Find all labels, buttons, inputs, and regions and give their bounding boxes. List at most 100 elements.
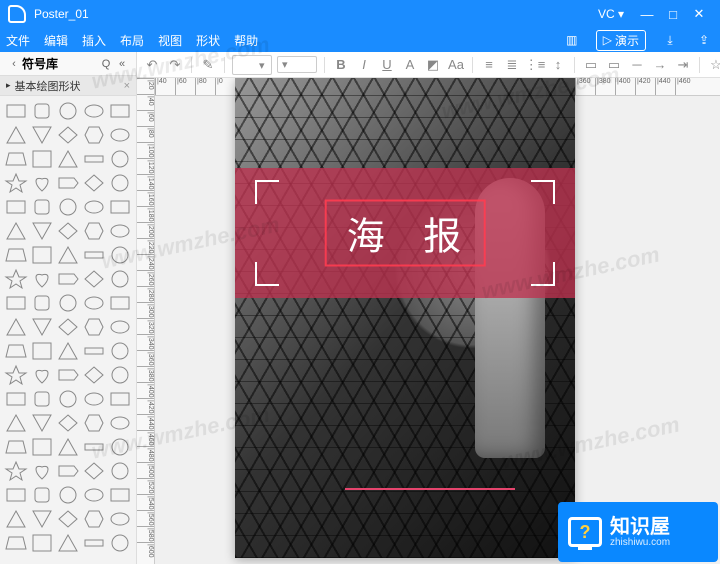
shape-swatch[interactable]	[108, 244, 132, 266]
shape-swatch[interactable]	[56, 292, 80, 314]
shape-swatch[interactable]	[82, 412, 106, 434]
shape-swatch[interactable]	[108, 172, 132, 194]
shape-swatch[interactable]	[108, 508, 132, 530]
shape-swatch[interactable]	[30, 460, 54, 482]
shape-swatch[interactable]	[108, 532, 132, 554]
shape-swatch[interactable]	[30, 100, 54, 122]
shape-swatch[interactable]	[4, 292, 28, 314]
shape-swatch[interactable]	[82, 484, 106, 506]
shape-swatch[interactable]	[82, 292, 106, 314]
shape-swatch[interactable]	[108, 316, 132, 338]
spacing-button[interactable]: ↕	[549, 56, 567, 74]
close-button[interactable]: ✕	[686, 6, 712, 22]
shape-swatch[interactable]	[30, 292, 54, 314]
arrow-start-button[interactable]: →	[651, 56, 669, 74]
shape-swatch[interactable]	[108, 340, 132, 362]
shape-swatch[interactable]	[56, 364, 80, 386]
shape-swatch[interactable]	[108, 484, 132, 506]
shape-swatch[interactable]	[30, 364, 54, 386]
shape-swatch[interactable]	[4, 436, 28, 458]
shape-swatch[interactable]	[4, 364, 28, 386]
font-color-button[interactable]: A	[401, 56, 419, 74]
shape-swatch[interactable]	[30, 196, 54, 218]
shape-swatch[interactable]	[82, 436, 106, 458]
collapse-icon[interactable]: «	[114, 58, 130, 70]
shape-swatch[interactable]	[4, 172, 28, 194]
demo-button[interactable]: ▷演示	[596, 30, 646, 51]
shape-swatch[interactable]	[108, 220, 132, 242]
shape-swatch[interactable]	[82, 196, 106, 218]
shape-swatch[interactable]	[108, 196, 132, 218]
bullets-button[interactable]: ⋮≡	[526, 56, 544, 74]
shape-swatch[interactable]	[4, 508, 28, 530]
menu-insert[interactable]: 插入	[82, 32, 106, 49]
shape-swatch[interactable]	[30, 508, 54, 530]
italic-button[interactable]: I	[355, 56, 373, 74]
shape-swatch[interactable]	[56, 196, 80, 218]
quick-style-button[interactable]: ☆	[707, 56, 720, 74]
shape-swatch[interactable]	[82, 100, 106, 122]
shape-swatch[interactable]	[56, 100, 80, 122]
shape-swatch[interactable]	[82, 220, 106, 242]
shape-swatch[interactable]	[56, 172, 80, 194]
menu-layout[interactable]: 布局	[120, 32, 144, 49]
font-select[interactable]: ▾	[232, 55, 272, 75]
export-icon[interactable]: ⤓	[660, 31, 680, 49]
shape-swatch[interactable]	[82, 532, 106, 554]
line-button[interactable]: ▭	[605, 56, 623, 74]
shape-swatch[interactable]	[30, 172, 54, 194]
shape-swatch[interactable]	[82, 364, 106, 386]
arrow-end-button[interactable]: ⇥	[674, 56, 692, 74]
shape-swatch[interactable]	[30, 148, 54, 170]
shape-swatch[interactable]	[82, 172, 106, 194]
shape-swatch[interactable]	[56, 484, 80, 506]
shape-swatch[interactable]	[82, 508, 106, 530]
shape-swatch[interactable]	[4, 124, 28, 146]
shape-swatch[interactable]	[30, 244, 54, 266]
shape-swatch[interactable]	[56, 388, 80, 410]
shape-swatch[interactable]	[4, 316, 28, 338]
highlight-button[interactable]: ◩	[424, 56, 442, 74]
section-close-icon[interactable]: ×	[124, 80, 130, 92]
menu-view[interactable]: 视图	[158, 32, 182, 49]
fill-button[interactable]: ▭	[582, 56, 600, 74]
underline-button[interactable]: U	[378, 56, 396, 74]
shape-swatch[interactable]	[30, 388, 54, 410]
shape-swatch[interactable]	[4, 100, 28, 122]
shape-swatch[interactable]	[82, 316, 106, 338]
undo-button[interactable]: ↶	[143, 56, 161, 74]
section-header[interactable]: ▸ 基本绘图形状 ×	[0, 76, 136, 96]
shape-swatch[interactable]	[82, 340, 106, 362]
headline-text[interactable]: 海 报	[325, 200, 486, 267]
shape-swatch[interactable]	[56, 340, 80, 362]
menu-help[interactable]: 帮助	[234, 32, 258, 49]
font-size-select[interactable]: ▾	[277, 56, 317, 73]
search-icon[interactable]: Q	[98, 58, 114, 70]
shape-swatch[interactable]	[30, 316, 54, 338]
shape-swatch[interactable]	[56, 532, 80, 554]
shape-swatch[interactable]	[82, 244, 106, 266]
shape-swatch[interactable]	[30, 532, 54, 554]
shape-swatch[interactable]	[82, 124, 106, 146]
shape-swatch[interactable]	[56, 508, 80, 530]
shape-swatch[interactable]	[4, 388, 28, 410]
shape-swatch[interactable]	[82, 148, 106, 170]
shape-swatch[interactable]	[56, 148, 80, 170]
shape-swatch[interactable]	[30, 484, 54, 506]
share-icon[interactable]: ⇪	[694, 31, 714, 49]
shape-swatch[interactable]	[4, 148, 28, 170]
shape-swatch[interactable]	[82, 388, 106, 410]
align-center-button[interactable]: ≣	[503, 56, 521, 74]
shape-swatch[interactable]	[56, 244, 80, 266]
shape-swatch[interactable]	[108, 364, 132, 386]
shape-swatch[interactable]	[30, 436, 54, 458]
shape-swatch[interactable]	[4, 196, 28, 218]
align-left-button[interactable]: ≡	[480, 56, 498, 74]
shape-swatch[interactable]	[30, 220, 54, 242]
shape-swatch[interactable]	[4, 340, 28, 362]
shape-swatch[interactable]	[82, 268, 106, 290]
shape-swatch[interactable]	[4, 532, 28, 554]
line-style-button[interactable]: ─	[628, 56, 646, 74]
shape-swatch[interactable]	[4, 412, 28, 434]
redo-button[interactable]: ↷	[166, 56, 184, 74]
